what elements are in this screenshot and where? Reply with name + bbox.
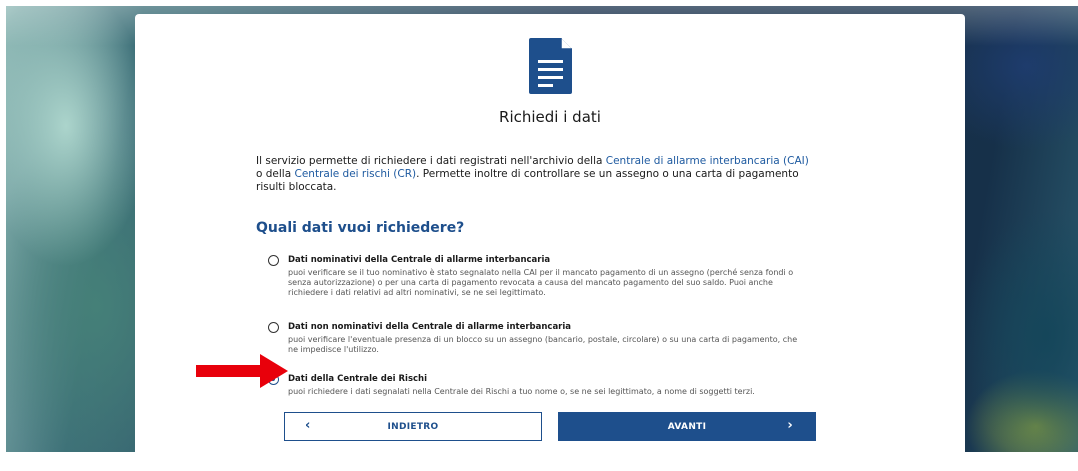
next-button[interactable]: AVANTI › bbox=[558, 412, 816, 441]
option-description: puoi verificare l'eventuale presenza di … bbox=[288, 335, 798, 354]
option-description: puoi richiedere i dati segnalati nella C… bbox=[288, 387, 755, 396]
red-arrow-icon bbox=[196, 354, 288, 388]
question-title: Quali dati vuoi richiedere? bbox=[256, 220, 465, 236]
page-title: Richiedi i dati bbox=[499, 108, 601, 126]
request-card: Richiedi i dati Il servizio permette di … bbox=[135, 14, 965, 471]
radio-cai-nominativi[interactable] bbox=[268, 255, 279, 266]
cr-link[interactable]: Centrale dei rischi (CR) bbox=[295, 168, 417, 180]
chevron-left-icon: ‹ bbox=[305, 418, 311, 433]
option-description: puoi verificare se il tuo nominativo è s… bbox=[288, 268, 794, 297]
back-button[interactable]: ‹ INDIETRO bbox=[284, 412, 542, 441]
chevron-right-icon: › bbox=[787, 418, 793, 433]
option-label: Dati della Centrale dei Rischi bbox=[288, 374, 428, 384]
next-button-label: AVANTI bbox=[667, 421, 707, 432]
back-button-label: INDIETRO bbox=[387, 421, 439, 432]
intro-text: Il servizio permette di richiedere i dat… bbox=[256, 155, 816, 194]
document-icon bbox=[529, 38, 572, 94]
cai-link[interactable]: Centrale di allarme interbancaria (CAI) bbox=[606, 155, 809, 167]
intro-text-part-1: Il servizio permette di richiedere i dat… bbox=[256, 155, 606, 167]
option-label: Dati nominativi della Centrale di allarm… bbox=[288, 255, 551, 265]
intro-text-part-2: o della bbox=[256, 168, 295, 180]
radio-cai-non-nominativi[interactable] bbox=[268, 322, 279, 333]
option-label: Dati non nominativi della Centrale di al… bbox=[288, 322, 572, 332]
